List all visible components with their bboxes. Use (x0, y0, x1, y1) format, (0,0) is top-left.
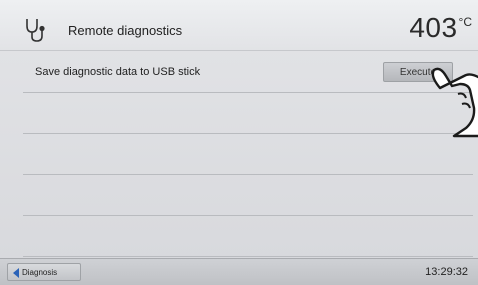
back-button-label: Diagnosis (22, 268, 58, 277)
footer-bar: Diagnosis 13:29:32 (0, 258, 478, 285)
page-title: Remote diagnostics (68, 23, 183, 38)
temperature-readout: 403°C (409, 12, 472, 44)
back-button[interactable]: Diagnosis (7, 263, 81, 281)
list-item: Save diagnostic data to USB stick Execut… (23, 52, 473, 93)
list-item (23, 93, 473, 134)
list-item (23, 134, 473, 175)
header-bar: Remote diagnostics 403°C (0, 0, 478, 51)
stethoscope-icon (23, 17, 49, 43)
clock: 13:29:32 (425, 266, 468, 278)
list-item (23, 216, 473, 257)
save-diagnostic-label: Save diagnostic data to USB stick (35, 66, 201, 78)
screen: Remote diagnostics 403°C Save diagnostic… (0, 0, 478, 285)
back-arrow-icon (13, 268, 19, 278)
pointing-hand-icon (420, 58, 478, 138)
list-item (23, 175, 473, 216)
diagnostics-list: Save diagnostic data to USB stick Execut… (23, 52, 473, 257)
temperature-unit: °C (458, 15, 472, 29)
temperature-value: 403 (409, 12, 458, 43)
